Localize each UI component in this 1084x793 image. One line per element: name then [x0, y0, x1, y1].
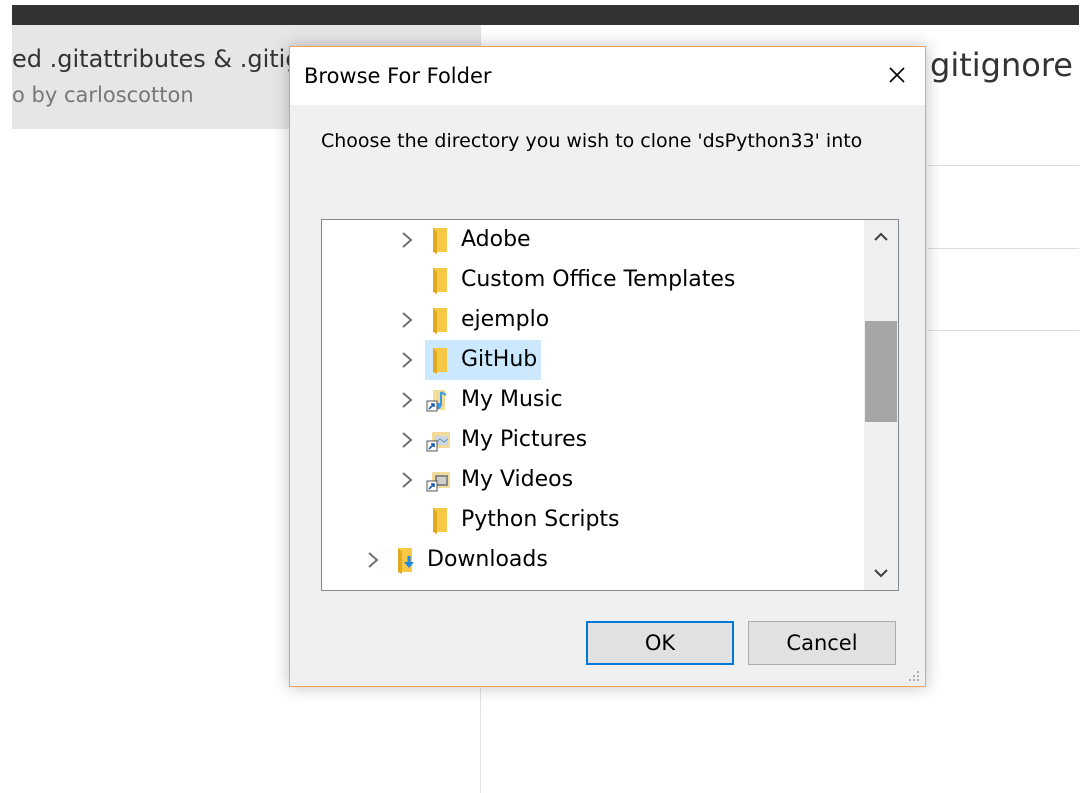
folder-icon	[425, 306, 451, 334]
scroll-up-button[interactable]	[864, 220, 898, 254]
tree-item-adobe[interactable]: Adobe	[322, 220, 862, 260]
chevron-right-icon[interactable]	[400, 391, 414, 409]
commit-author: o by carloscotton	[12, 83, 194, 107]
chevron-down-icon	[874, 569, 888, 578]
browse-folder-dialog: Browse For Folder Choose the directory y…	[289, 46, 926, 687]
dialog-prompt: Choose the directory you wish to clone '…	[321, 130, 863, 152]
downloads-folder-icon	[394, 546, 420, 574]
tree-item-custom-office-templates[interactable]: Custom Office Templates	[322, 260, 862, 300]
scrollbar-thumb[interactable]	[865, 321, 897, 422]
tree-item-ejemplo[interactable]: ejemplo	[322, 300, 862, 340]
folder-icon	[425, 346, 451, 374]
detail-title: gitignore	[930, 46, 1073, 84]
tree-item-my-music[interactable]: My Music	[322, 380, 862, 420]
tree-item-label: GitHub	[461, 347, 538, 372]
chevron-right-icon[interactable]	[400, 311, 414, 329]
tree-item-label: Custom Office Templates	[461, 267, 736, 292]
tree-item-my-videos[interactable]: My Videos	[322, 460, 862, 500]
chevron-up-icon	[874, 232, 888, 241]
chevron-right-icon[interactable]	[366, 551, 380, 569]
tree-item-label: My Music	[461, 387, 563, 412]
chevron-right-icon[interactable]	[400, 231, 414, 249]
videos-shortcut-icon	[425, 466, 451, 494]
divider	[928, 165, 1079, 166]
dialog-title: Browse For Folder	[304, 64, 492, 88]
ok-button[interactable]: OK	[586, 621, 734, 665]
commit-title: ed .gitattributes & .gitig	[12, 45, 301, 73]
scroll-down-button[interactable]	[864, 556, 898, 590]
tree-item-label: ejemplo	[461, 307, 550, 332]
divider	[928, 330, 1079, 331]
folder-icon	[394, 590, 420, 591]
resize-grip-icon[interactable]	[907, 669, 921, 683]
app-header-bar	[12, 5, 1079, 25]
tree-item-github[interactable]: GitHub	[322, 340, 862, 380]
close-icon	[889, 67, 905, 83]
tree-item-label: Python Scripts	[461, 507, 620, 532]
tree-item-partial	[322, 584, 862, 591]
chevron-right-icon[interactable]	[400, 351, 414, 369]
tree-item-label: Adobe	[461, 227, 531, 252]
cancel-button[interactable]: Cancel	[748, 621, 896, 665]
folder-icon	[425, 226, 451, 254]
tree-item-label: My Videos	[461, 467, 574, 492]
folder-tree[interactable]: Adobe Custom Office Templates ejemplo GitHu…	[321, 219, 899, 591]
close-button[interactable]	[877, 57, 917, 93]
tree-item-python-scripts[interactable]: Python Scripts	[322, 500, 862, 540]
folder-icon	[425, 266, 451, 294]
tree-item-label: My Pictures	[461, 427, 588, 452]
tree-item-label: Downloads	[427, 547, 548, 572]
chevron-right-icon[interactable]	[400, 471, 414, 489]
folder-icon	[425, 506, 451, 534]
chevron-right-icon[interactable]	[400, 431, 414, 449]
divider	[928, 248, 1079, 249]
tree-item-my-pictures[interactable]: My Pictures	[322, 420, 862, 460]
tree-item-downloads[interactable]: Downloads	[322, 540, 862, 580]
dialog-titlebar[interactable]: Browse For Folder	[290, 47, 925, 105]
pictures-shortcut-icon	[425, 426, 451, 454]
music-shortcut-icon	[425, 386, 451, 414]
vertical-scrollbar[interactable]	[864, 220, 898, 590]
